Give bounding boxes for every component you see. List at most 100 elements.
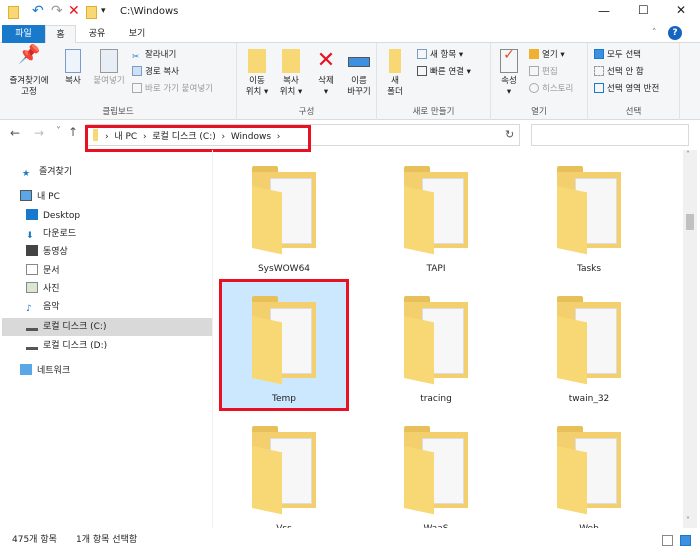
tab-file[interactable]: 파일 bbox=[2, 25, 45, 43]
nav-this-pc[interactable]: 내 PC bbox=[20, 188, 60, 206]
folder-item-tasks[interactable]: Tasks bbox=[527, 152, 651, 278]
scroll-up-icon[interactable]: ˄ bbox=[686, 150, 690, 159]
select-all-button[interactable]: 모두 선택 bbox=[594, 48, 641, 62]
folder-icon bbox=[557, 166, 621, 255]
nav-label: 동영상 bbox=[43, 247, 68, 257]
paste-shortcut-icon bbox=[132, 83, 142, 93]
customize-toolbar-icon[interactable]: ▾ bbox=[101, 6, 106, 16]
folder-item-web[interactable]: Web bbox=[527, 412, 651, 528]
pin-icon: 📌 bbox=[18, 44, 41, 65]
folder-icon bbox=[252, 166, 316, 255]
nav-quick-access[interactable]: ★ 즐겨찾기 bbox=[22, 163, 72, 181]
delete-icon: ✕ bbox=[316, 48, 336, 73]
properties-button[interactable]: ✓ 속성 ▾ bbox=[497, 48, 521, 98]
collapse-ribbon-icon[interactable]: ˄ bbox=[652, 28, 657, 38]
nav-label: 사진 bbox=[43, 284, 60, 294]
maximize-button[interactable]: ☐ bbox=[638, 3, 649, 17]
open-button[interactable]: 열기 ▾ bbox=[529, 48, 565, 62]
pin-to-quick-access-button[interactable]: 📌 즐겨찾기에 고정 bbox=[4, 44, 54, 98]
paste-button[interactable]: 붙여넣기 bbox=[90, 49, 128, 87]
paste-label: 붙여넣기 bbox=[93, 76, 125, 86]
new-folder-quick-icon[interactable] bbox=[86, 6, 97, 19]
highlight-box bbox=[85, 125, 311, 152]
recent-locations-button[interactable]: ˅ bbox=[56, 126, 61, 137]
new-item-button[interactable]: 새 항목 ▾ bbox=[417, 48, 463, 62]
copy-path-button[interactable]: 경로 복사 bbox=[132, 65, 179, 79]
cut-button[interactable]: ✂ 잘라내기 bbox=[132, 48, 176, 62]
scrollbar-thumb[interactable] bbox=[686, 214, 694, 230]
nav-local-disk-d[interactable]: 로컬 디스크 (D:) bbox=[26, 337, 107, 355]
paste-shortcut-button[interactable]: 바로 가기 붙여넣기 bbox=[132, 82, 213, 96]
item-count: 475개 항목 bbox=[12, 535, 57, 545]
folder-icon bbox=[252, 296, 316, 385]
nav-network[interactable]: 네트워크 bbox=[20, 362, 70, 380]
open-group-label: 열기 bbox=[531, 107, 547, 117]
tab-share[interactable]: 공유 bbox=[80, 25, 114, 43]
organize-group: 이동 위치 ▾ 복사 위치 ▾ ✕ 삭제 ▾ 이름 바꾸기 구성 bbox=[237, 43, 377, 120]
rename-button[interactable]: 이름 바꾸기 bbox=[343, 49, 375, 98]
scroll-down-icon[interactable]: ˅ bbox=[686, 516, 690, 525]
new-folder-button[interactable]: 새 폴더 bbox=[383, 49, 407, 98]
copy-to-button[interactable]: 복사 위치 ▾ bbox=[275, 49, 307, 98]
details-view-button[interactable] bbox=[662, 535, 673, 546]
folder-item-tapi[interactable]: TAPI bbox=[374, 152, 498, 278]
help-button[interactable]: ? bbox=[668, 26, 682, 40]
refresh-button[interactable]: ↻ bbox=[505, 128, 514, 141]
vertical-scrollbar[interactable]: ˄ ˅ bbox=[683, 150, 697, 528]
nav-downloads[interactable]: ⬇ 다운로드 bbox=[26, 225, 76, 243]
edit-button[interactable]: 편집 bbox=[529, 65, 558, 79]
desktop-icon bbox=[26, 209, 38, 220]
folder-icon bbox=[252, 426, 316, 515]
nav-desktop[interactable]: Desktop bbox=[26, 207, 80, 225]
delete-label: 삭제 ▾ bbox=[318, 76, 334, 97]
folder-item-syswow64[interactable]: SysWOW64 bbox=[222, 152, 346, 278]
copy-path-icon bbox=[132, 66, 142, 76]
easy-access-button[interactable]: 빠른 연결 ▾ bbox=[417, 65, 471, 79]
copy-button[interactable]: 복사 bbox=[58, 49, 88, 87]
open-icon bbox=[529, 49, 539, 59]
select-all-icon bbox=[594, 49, 604, 59]
close-button[interactable]: ✕ bbox=[676, 3, 686, 17]
nav-pictures[interactable]: 사진 bbox=[26, 280, 60, 298]
up-button[interactable]: ↑ bbox=[68, 125, 78, 139]
tab-home[interactable]: 홈 bbox=[45, 25, 76, 44]
back-button[interactable]: ← bbox=[10, 126, 20, 140]
folder-item-twain_32[interactable]: twain_32 bbox=[527, 282, 651, 408]
tab-view[interactable]: 보기 bbox=[120, 25, 154, 43]
redo-icon[interactable]: ↷ bbox=[51, 3, 63, 19]
nav-label: 내 PC bbox=[37, 192, 60, 202]
clipboard-group: 📌 즐겨찾기에 고정 복사 붙여넣기 ✂ 잘라내기 경로 복사 바로 가기 붙여넣기… bbox=[0, 43, 237, 120]
nav-videos[interactable]: 동영상 bbox=[26, 243, 68, 261]
select-group: 모두 선택 선택 안 함 선택 영역 반전 선택 bbox=[588, 43, 680, 120]
invert-selection-label: 선택 영역 반전 bbox=[607, 84, 660, 94]
delete-quick-icon[interactable]: ✕ bbox=[68, 3, 80, 19]
select-none-label: 선택 안 함 bbox=[607, 67, 644, 77]
nav-documents[interactable]: 문서 bbox=[26, 262, 60, 280]
forward-button[interactable]: → bbox=[34, 126, 44, 140]
nav-label: 즐겨찾기 bbox=[39, 167, 73, 177]
undo-icon[interactable]: ↶ bbox=[32, 3, 44, 19]
select-none-button[interactable]: 선택 안 함 bbox=[594, 65, 644, 79]
nav-local-disk-c[interactable]: 로컬 디스크 (C:) bbox=[2, 318, 212, 336]
folder-item-waas[interactable]: WaaS bbox=[374, 412, 498, 528]
open-group: ✓ 속성 ▾ 열기 ▾ 편집 히스토리 열기 bbox=[491, 43, 588, 120]
folder-item-tracing[interactable]: tracing bbox=[374, 282, 498, 408]
move-to-button[interactable]: 이동 위치 ▾ bbox=[241, 49, 273, 98]
properties-icon: ✓ bbox=[500, 48, 518, 73]
address-bar[interactable]: › 내 PC › 로컬 디스크 (C:) › Windows › ↻ bbox=[85, 124, 520, 152]
invert-selection-button[interactable]: 선택 영역 반전 bbox=[594, 82, 659, 96]
search-input[interactable] bbox=[531, 124, 689, 146]
ribbon: 📌 즐겨찾기에 고정 복사 붙여넣기 ✂ 잘라내기 경로 복사 바로 가기 붙여넣기… bbox=[0, 43, 700, 120]
nav-music[interactable]: ♪ 음악 bbox=[26, 298, 60, 316]
minimize-button[interactable]: — bbox=[598, 4, 610, 18]
delete-button[interactable]: ✕ 삭제 ▾ bbox=[311, 49, 341, 98]
large-icons-view-button[interactable] bbox=[680, 535, 691, 546]
history-button[interactable]: 히스토리 bbox=[529, 82, 573, 96]
folder-item-vss[interactable]: Vss bbox=[222, 412, 346, 528]
rename-label: 이름 바꾸기 bbox=[347, 76, 371, 97]
selection-count: 1개 항목 선택함 bbox=[76, 535, 138, 545]
nav-label: Desktop bbox=[43, 211, 81, 221]
picture-icon bbox=[26, 282, 38, 293]
folder-item-temp[interactable]: Temp bbox=[219, 279, 349, 411]
folder-name: tracing bbox=[420, 394, 452, 404]
